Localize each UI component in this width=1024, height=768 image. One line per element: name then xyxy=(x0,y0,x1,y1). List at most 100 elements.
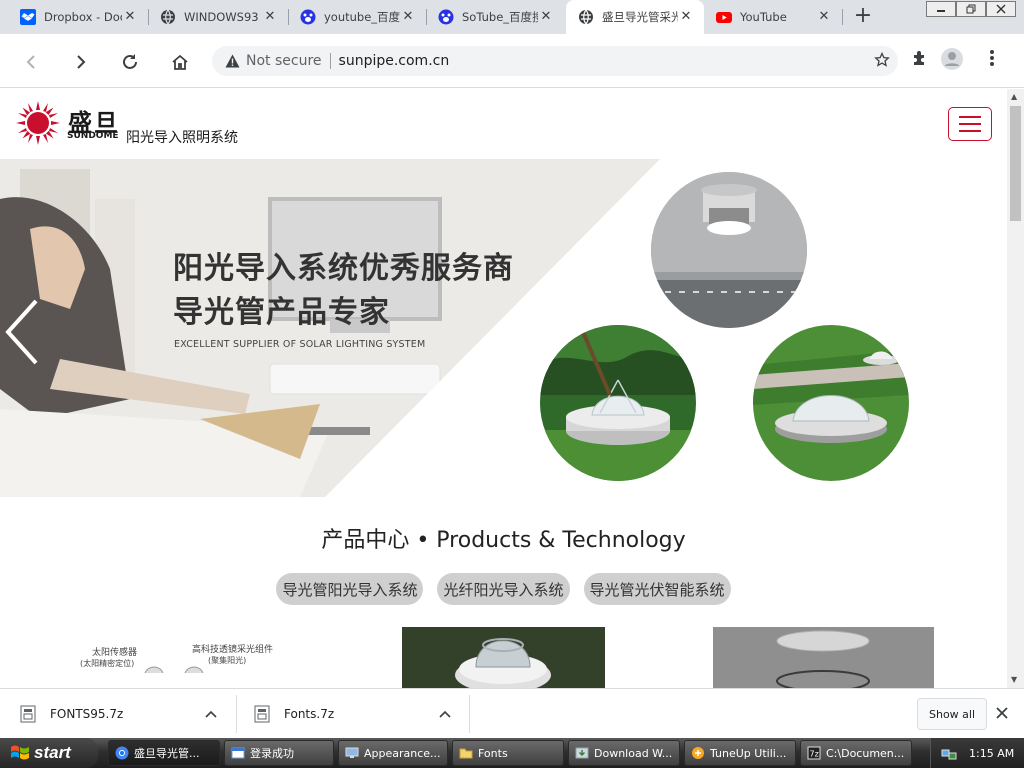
hero-banner: 阳光导入系统优秀服务商 导光管产品专家 EXCELLENT SUPPLIER O… xyxy=(0,159,1007,497)
taskbar-item-label: Fonts xyxy=(478,746,508,760)
close-tab-icon[interactable]: ✕ xyxy=(122,9,138,25)
archive-file-icon xyxy=(254,705,270,723)
tab-sundome-active[interactable]: 盛旦导光管采光 ✕ xyxy=(566,0,704,34)
clock[interactable]: 1:15 AM xyxy=(969,747,1014,760)
warning-icon[interactable] xyxy=(224,53,240,69)
scroll-down-icon[interactable]: ▼ xyxy=(1011,675,1017,684)
download-filename: FONTS95.7z xyxy=(50,707,124,721)
tab-dropbox[interactable]: Dropbox - Docu ✕ xyxy=(8,0,148,34)
windows-taskbar: start 盛旦导光管... 登录成功 Appearance... Fonts … xyxy=(0,738,1024,768)
close-tab-icon[interactable]: ✕ xyxy=(262,9,278,25)
collector-dome-photo-2 xyxy=(753,325,909,481)
download-divider xyxy=(469,695,470,733)
more-menu-icon[interactable] xyxy=(984,48,1000,72)
diagram-parts-icon xyxy=(144,666,204,674)
product-image-flat-lens[interactable] xyxy=(713,627,934,688)
address-divider xyxy=(329,53,331,69)
taskbar-item-label: Appearance... xyxy=(364,746,441,760)
taskbar-item-7zip[interactable]: 7z C:\Documen... xyxy=(800,740,912,766)
forward-button[interactable] xyxy=(65,46,97,78)
hamburger-menu-button[interactable] xyxy=(948,107,992,141)
download-item[interactable]: FONTS95.7z xyxy=(20,697,225,731)
close-tab-icon[interactable]: ✕ xyxy=(678,9,694,25)
taskbar-item-appearance[interactable]: Appearance... xyxy=(338,740,448,766)
download-divider xyxy=(236,695,237,733)
display-settings-icon xyxy=(345,747,359,758)
tab-strip: Dropbox - Docu ✕ WINDOWS93 ✕ youtube_百度搜… xyxy=(0,0,1024,34)
taskbar-item-label: Download W... xyxy=(594,746,673,760)
taskbar-item-chrome[interactable]: 盛旦导光管... xyxy=(108,740,220,766)
window-controls xyxy=(926,1,1016,17)
carousel-prev-icon[interactable] xyxy=(2,297,42,367)
product-image-dome[interactable] xyxy=(402,627,605,688)
download-filename: Fonts.7z xyxy=(284,707,335,721)
close-tab-icon[interactable]: ✕ xyxy=(816,9,832,25)
category-tab-fiber-optic[interactable]: 光纤阳光导入系统 xyxy=(437,573,570,605)
scroll-up-icon[interactable]: ▲ xyxy=(1011,92,1017,101)
menu-line xyxy=(959,116,981,118)
security-label[interactable]: Not secure xyxy=(246,53,322,69)
minimize-button[interactable] xyxy=(926,1,956,17)
taskbar-item-login[interactable]: 登录成功 xyxy=(224,740,334,766)
taskbar-item-label: C:\Documen... xyxy=(826,746,905,760)
category-tab-light-pipe[interactable]: 导光管阳光导入系统 xyxy=(276,573,424,605)
close-tab-icon[interactable]: ✕ xyxy=(538,9,554,25)
banner-headline: 阳光导入系统优秀服务商 导光管产品专家 xyxy=(173,247,514,335)
baidu-icon xyxy=(438,9,454,25)
tab-sotube-baidu[interactable]: SoTube_百度搜 ✕ xyxy=(426,0,564,34)
tab-label: Dropbox - Docu xyxy=(44,10,122,24)
system-tray: 1:15 AM xyxy=(930,738,1024,768)
product-diagram[interactable]: 太阳传感器 (太阳精密定位) 高科技透镜采光组件 (聚集阳光) xyxy=(60,627,320,688)
back-button[interactable] xyxy=(15,46,47,78)
download-shelf: FONTS95.7z Fonts.7z Show all xyxy=(0,688,1024,738)
extensions-icon[interactable] xyxy=(910,48,930,72)
svg-text:7z: 7z xyxy=(810,750,819,759)
close-download-shelf-icon[interactable] xyxy=(996,703,1008,724)
tuneup-icon xyxy=(692,747,704,759)
tab-windows93[interactable]: WINDOWS93 ✕ xyxy=(148,0,288,34)
close-tab-icon[interactable]: ✕ xyxy=(400,9,416,25)
archive-file-icon xyxy=(20,705,36,723)
tab-youtube-baidu[interactable]: youtube_百度搜 ✕ xyxy=(288,0,426,34)
chrome-icon xyxy=(115,746,129,760)
bookmark-star-icon[interactable] xyxy=(874,51,890,72)
dropbox-icon xyxy=(20,9,36,25)
menu-line xyxy=(959,130,981,132)
tab-label: SoTube_百度搜 xyxy=(462,10,538,24)
taskbar-item-label: 盛旦导光管... xyxy=(134,747,200,760)
start-button[interactable]: start xyxy=(0,738,98,768)
network-icon[interactable] xyxy=(941,745,957,761)
scrollbar-thumb[interactable] xyxy=(1010,106,1021,221)
profile-avatar-icon[interactable] xyxy=(940,47,964,75)
taskbar-item-label: TuneUp Utili... xyxy=(710,746,787,760)
banner-headline-line2: 导光管产品专家 xyxy=(173,295,390,330)
restore-button[interactable] xyxy=(956,1,986,17)
product-category-tabs: 导光管阳光导入系统 光纤阳光导入系统 导光管光伏智能系统 xyxy=(0,573,1007,605)
taskbar-item-download[interactable]: Download W... xyxy=(568,740,680,766)
folder-icon xyxy=(459,748,473,759)
show-all-downloads-button[interactable]: Show all xyxy=(917,698,987,730)
youtube-icon xyxy=(716,9,732,25)
address-bar[interactable]: Not secure sunpipe.com.cn xyxy=(212,46,898,76)
logo-name-en: SUNDOME xyxy=(67,131,119,141)
taskbar-item-tuneup[interactable]: TuneUp Utili... xyxy=(684,740,796,766)
home-button[interactable] xyxy=(164,46,196,78)
site-header: 盛旦 SUNDOME 阳光导入照明系统 xyxy=(0,89,1007,159)
sun-logo-icon[interactable] xyxy=(14,99,62,151)
taskbar-item-fonts[interactable]: Fonts xyxy=(452,740,564,766)
new-tab-button[interactable]: + xyxy=(850,5,876,29)
tab-divider xyxy=(842,9,843,25)
reload-icon xyxy=(123,54,137,69)
tab-youtube[interactable]: YouTube ✕ xyxy=(704,0,842,34)
seven-zip-icon: 7z xyxy=(807,746,821,760)
back-arrow-icon xyxy=(26,55,35,69)
windows-logo-icon xyxy=(11,745,29,760)
page-scrollbar[interactable]: ▲ ▼ xyxy=(1007,89,1024,688)
home-icon xyxy=(172,54,188,70)
collector-dome-photo-1 xyxy=(540,325,696,481)
url-text[interactable]: sunpipe.com.cn xyxy=(339,53,450,69)
category-tab-pv-smart[interactable]: 导光管光伏智能系统 xyxy=(583,573,731,605)
download-item[interactable]: Fonts.7z xyxy=(254,697,459,731)
close-window-button[interactable] xyxy=(986,1,1016,17)
reload-button[interactable] xyxy=(114,46,146,78)
